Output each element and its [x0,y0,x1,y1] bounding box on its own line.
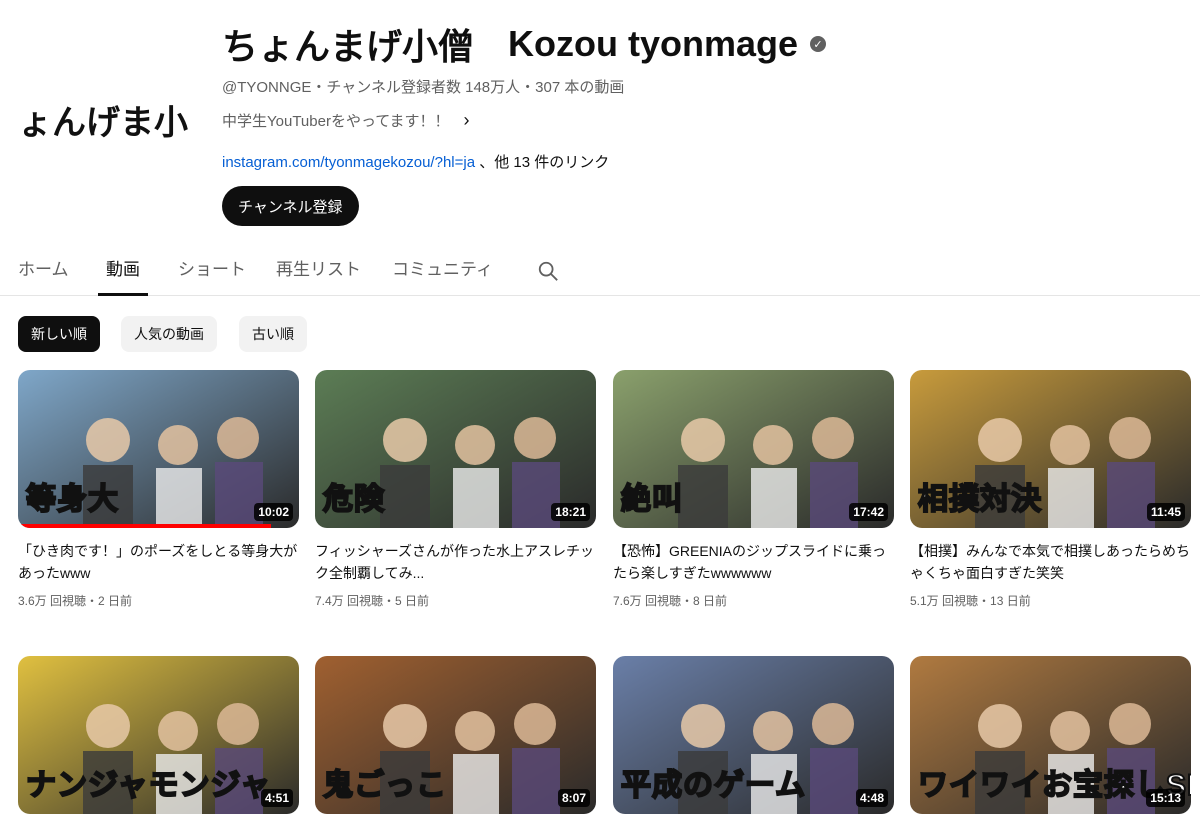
description-text: 中学生YouTuberをやってます！！ [222,113,450,130]
video-card[interactable]: 平成のゲーム 4:48 [613,656,894,814]
channel-meta: @TYONNGE・チャンネル登録者数 148万人・307 本の動画 [222,79,625,96]
video-card[interactable]: 絶叫 17:42 【恐怖】GREENIAのジップスライドに乗ったら楽しすぎたwwww… [613,370,894,609]
video-meta: 5.1万 回視聴・13 日前 [910,594,1031,608]
video-title[interactable]: フィッシャーズさんが作った水上アスレチック全制覇してみ... [315,540,596,584]
channel-links: instagram.com/tyonmagekozou/?hl=ja 、他 13… [222,151,609,172]
video-thumbnail[interactable]: ワイワイお宝探しSP 15:13 [910,656,1191,814]
tab-playlists[interactable]: 再生リスト [276,248,361,296]
video-thumbnail[interactable]: ナンジャモンジャ 4:51 [18,656,299,814]
channel-name-en: Kozou tyonmage [508,23,799,64]
video-meta: 7.6万 回視聴・8 日前 [613,594,728,608]
video-duration-badge: 4:48 [855,789,888,807]
video-meta: 7.4万 回視聴・5 日前 [315,594,430,608]
instagram-link[interactable]: instagram.com/tyonmagekozou/?hl=ja [222,154,475,171]
thumbnail-overlay-text: 平成のゲーム [620,768,807,803]
verified-check-icon: ✓ [810,36,827,52]
video-card[interactable]: 鬼ごっこ 8:07 [315,656,596,814]
thumbnail-overlay-text: 相撲対決 [917,482,1042,517]
video-thumbnail[interactable]: 平成のゲーム 4:48 [613,656,894,814]
video-title[interactable]: 【相撲】みんなで本気で相撲しあったらめちゃくちゃ面白すぎた笑笑 [910,540,1191,584]
avatar-text: ちょんげま小僧 [18,103,188,143]
video-duration-badge: 8:07 [557,789,590,807]
thumbnail-overlay-text: 絶叫 [620,482,683,517]
chevron-right-icon: › [463,110,470,130]
channel-title: ちょんまげ小僧 Kozou tyonmage ✓ [222,18,827,70]
tab-shorts[interactable]: ショート [178,248,246,296]
tab-home[interactable]: ホーム [18,248,69,296]
video-thumbnail[interactable]: 絶叫 17:42 [613,370,894,528]
video-card[interactable]: 相撲対決 11:45 【相撲】みんなで本気で相撲しあったらめちゃくちゃ面白すぎた笑笑… [910,370,1191,609]
tab-community[interactable]: コミュニティ [392,248,493,296]
video-card[interactable]: 等身大 10:02 「ひき肉です！」のポーズをしとる等身大があったwww 3.6万 回… [18,370,299,609]
video-duration-badge: 4:51 [260,789,293,807]
video-duration-badge: 10:02 [254,503,293,521]
tab-videos[interactable]: 動画 [98,248,148,296]
thumbnail-overlay-text: 等身大 [25,482,119,517]
chip-newest[interactable]: 新しい順 [18,316,100,352]
channel-tabs: ホーム 動画 ショート 再生リスト コミュニティ [0,248,1200,296]
more-links-text[interactable]: 、他 13 件のリンク [479,154,609,171]
video-duration-badge: 18:21 [551,503,590,521]
channel-avatar[interactable]: ちょんげま小僧 [18,36,188,206]
search-icon[interactable] [537,260,559,282]
video-duration-badge: 11:45 [1146,503,1185,521]
video-thumbnail[interactable]: 相撲対決 11:45 [910,370,1191,528]
video-thumbnail[interactable]: 鬼ごっこ 8:07 [315,656,596,814]
video-card[interactable]: 危険 18:21 フィッシャーズさんが作った水上アスレチック全制覇してみ... 7.4… [315,370,596,609]
video-duration-badge: 17:42 [849,503,888,521]
subscribe-button[interactable]: チャンネル登録 [222,186,359,226]
video-thumbnail[interactable]: 危険 18:21 [315,370,596,528]
channel-logo: ちょんげま小僧 [18,37,188,205]
thumbnail-overlay-text: 危険 [322,482,385,517]
thumbnail-overlay-text: 鬼ごっこ [322,768,447,803]
chip-popular[interactable]: 人気の動画 [121,316,217,352]
channel-description[interactable]: 中学生YouTuberをやってます！！ › [222,110,469,131]
video-meta: 3.6万 回視聴・2 日前 [18,594,133,608]
thumbnail-overlay-text: ナンジャモンジャ [25,768,271,803]
channel-name-jp: ちょんまげ小僧 [222,26,475,67]
video-thumbnail[interactable]: 等身大 10:02 [18,370,299,528]
video-card[interactable]: ワイワイお宝探しSP 15:13 [910,656,1191,814]
video-card[interactable]: ナンジャモンジャ 4:51 [18,656,299,814]
chip-oldest[interactable]: 古い順 [239,316,307,352]
video-title[interactable]: 「ひき肉です！」のポーズをしとる等身大があったwww [18,540,299,584]
video-duration-badge: 15:13 [1146,789,1185,807]
video-title[interactable]: 【恐怖】GREENIAのジップスライドに乗ったら楽しすぎたwwwwww [613,540,894,584]
watch-progress-bar [18,524,271,528]
